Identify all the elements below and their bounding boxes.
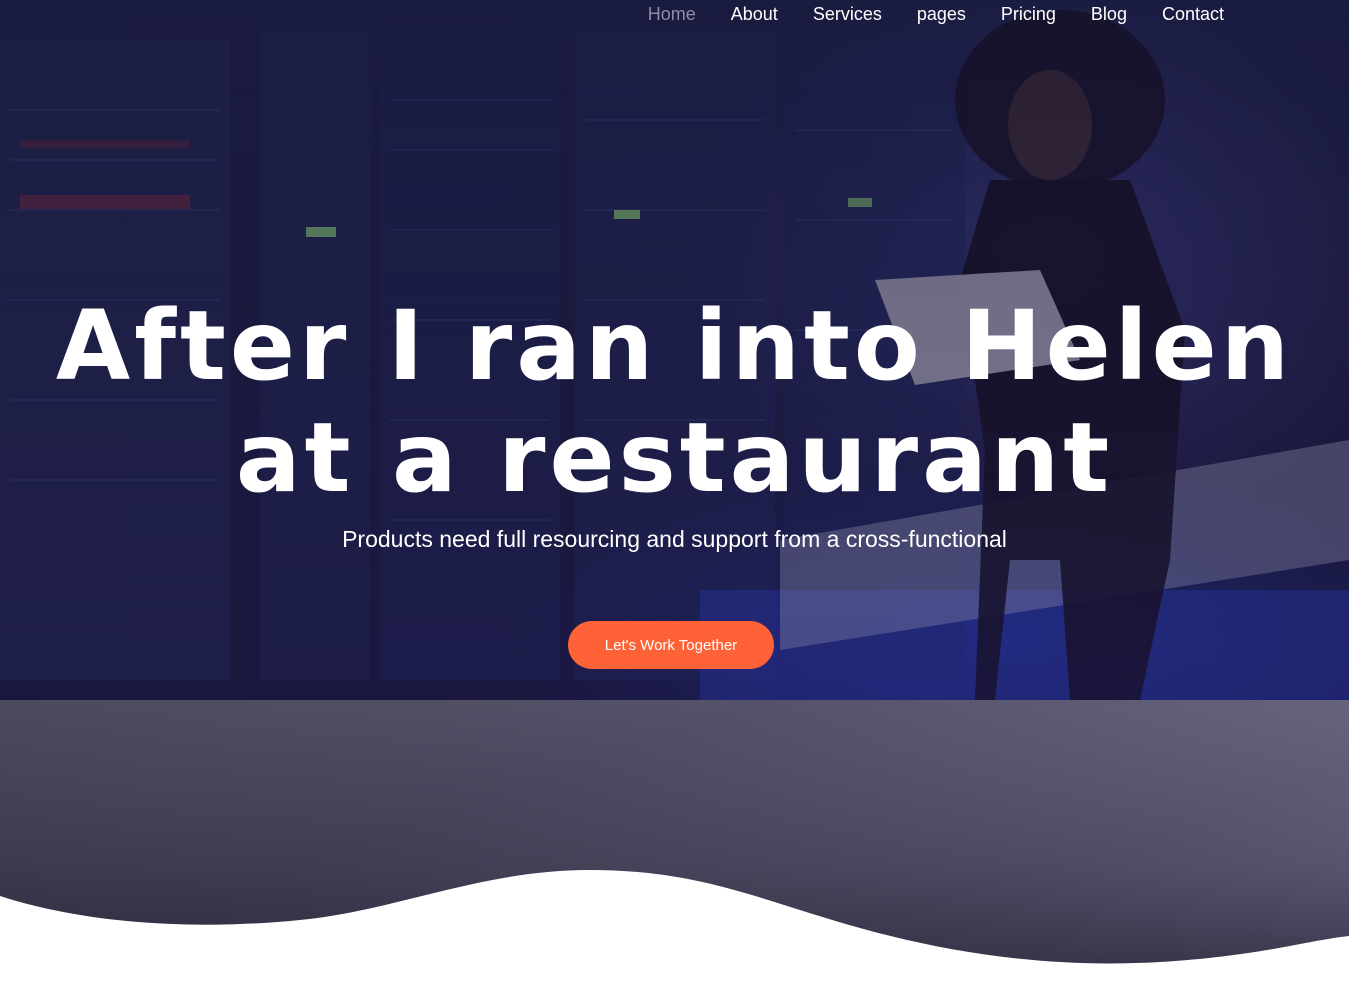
hero-subheadline: Products need full resourcing and suppor… xyxy=(342,526,1007,552)
nav-item-pages[interactable]: pages xyxy=(917,4,966,25)
landing-page: Home About Services pages Pricing Blog C… xyxy=(0,0,1349,1000)
lets-work-together-button[interactable]: Let's Work Together xyxy=(568,621,774,669)
wave-divider xyxy=(0,870,1349,1000)
nav-item-services[interactable]: Services xyxy=(813,4,882,25)
hero-headline-line2: at a restaurant xyxy=(235,402,1114,514)
nav-item-blog[interactable]: Blog xyxy=(1091,4,1127,25)
hero-headline-line1: After I ran into Helen xyxy=(55,290,1294,402)
nav-item-pricing[interactable]: Pricing xyxy=(1001,4,1056,25)
nav-item-home[interactable]: Home xyxy=(648,4,696,25)
hero-section: Home About Services pages Pricing Blog C… xyxy=(0,0,1349,700)
nav-item-about[interactable]: About xyxy=(731,4,778,25)
main-nav: Home About Services pages Pricing Blog C… xyxy=(613,0,1224,28)
hero-headline: After I ran into Helen at a restaurant xyxy=(0,290,1349,514)
nav-item-contact[interactable]: Contact xyxy=(1162,4,1224,25)
